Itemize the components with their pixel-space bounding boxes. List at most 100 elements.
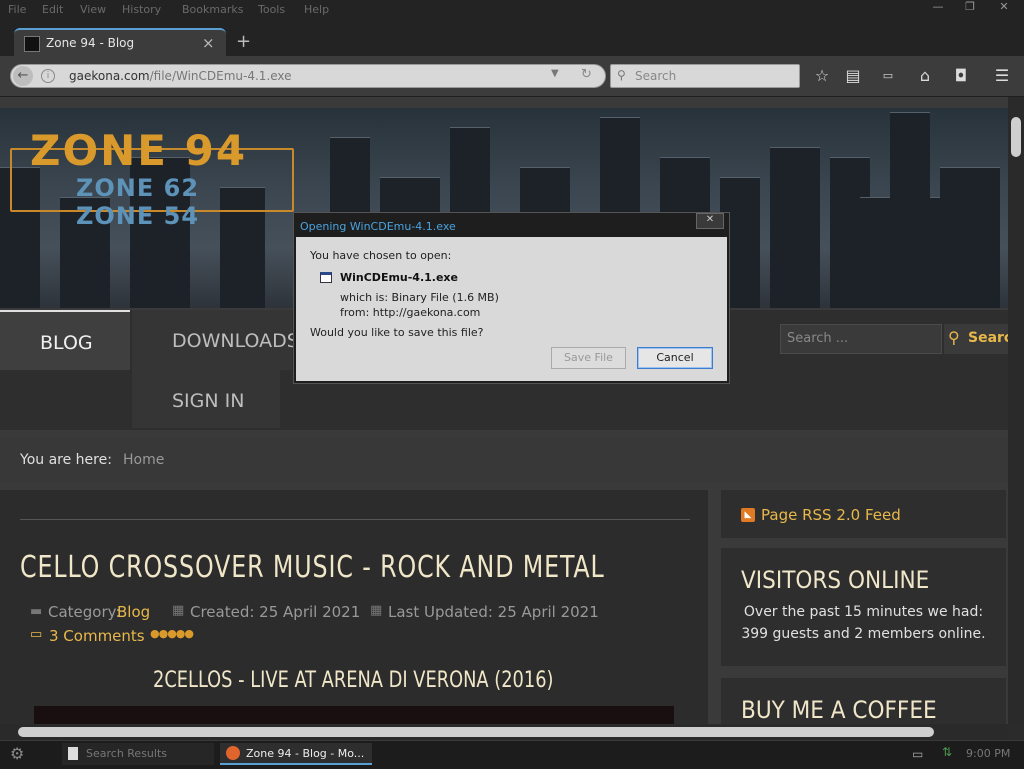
logo-sub1: ZONE 62	[76, 174, 200, 202]
visitors-title: VISITORS ONLINE	[741, 566, 930, 594]
nav-item-downloads[interactable]: DOWNLOADS	[132, 310, 299, 370]
reload-icon[interactable]: ↻	[581, 67, 592, 82]
clock[interactable]: 9:00 PM	[966, 747, 1010, 760]
menu-tools[interactable]: Tools	[258, 3, 285, 16]
created-date: Created: 25 April 2021	[190, 603, 361, 621]
dialog-title: Opening WinCDEmu-4.1.exe	[300, 220, 456, 233]
dialog-filetype: which is: Binary File (1.6 MB)	[340, 291, 499, 304]
vertical-scrollbar[interactable]	[1008, 97, 1024, 724]
breadcrumb-home[interactable]: Home	[123, 452, 164, 468]
dialog-source: from: http://gaekona.com	[340, 306, 481, 319]
site-search-placeholder: Search ...	[787, 331, 849, 346]
browser-search-bar[interactable]: ⚲ Search	[610, 64, 800, 88]
divider	[20, 519, 690, 520]
taskbar-item-browser[interactable]: Zone 94 - Blog - Mo...	[220, 743, 372, 765]
visitors-text-2: 399 guests and 2 members online.	[741, 626, 986, 642]
menu-help[interactable]: Help	[304, 3, 329, 16]
favicon-icon	[24, 36, 40, 52]
calendar-icon: ▦	[172, 603, 185, 618]
taskbar-item-search-label: Search Results	[86, 747, 168, 760]
exe-file-icon	[320, 272, 332, 283]
horizontal-scrollbar[interactable]	[0, 724, 1008, 740]
home-icon[interactable]: ⌂	[913, 64, 937, 88]
visitors-module: VISITORS ONLINE Over the past 15 minutes…	[721, 548, 1006, 666]
search-icon: ⚲	[617, 68, 626, 82]
nav-label-signin: SIGN IN	[172, 390, 245, 412]
new-tab-button[interactable]: +	[236, 31, 251, 52]
visitors-text-1: Over the past 15 minutes we had:	[743, 604, 984, 620]
site-search-button[interactable]: ⚲ Search	[944, 324, 1008, 354]
coffee-module: BUY ME A COFFEE	[721, 678, 1006, 724]
tab-zone94[interactable]: Zone 94 - Blog ×	[14, 28, 226, 58]
pocket-icon[interactable]: ◘	[949, 64, 973, 88]
breadcrumb-label: You are here:	[20, 452, 112, 468]
search-placeholder: Search	[635, 69, 677, 83]
rating-stars-icon: ●●●●●	[150, 627, 194, 640]
menu-file[interactable]: File	[8, 3, 26, 16]
nav-item-signin[interactable]: SIGN IN	[132, 370, 280, 428]
nav-label-blog: BLOG	[40, 332, 93, 354]
menu-view[interactable]: View	[80, 3, 106, 16]
article-title: CELLO CROSSOVER MUSIC - ROCK AND METAL	[20, 550, 605, 585]
taskbar-item-browser-label: Zone 94 - Blog - Mo...	[246, 747, 365, 760]
rss-icon: ◣	[741, 508, 755, 522]
back-arrow-icon[interactable]: ←	[13, 66, 33, 86]
breadcrumb: You are here: Home	[0, 438, 1008, 482]
folder-icon: ▬	[30, 604, 43, 619]
magnifier-icon: ⚲	[948, 328, 960, 347]
keyboard-icon[interactable]: ▭	[912, 747, 923, 761]
firefox-icon	[226, 746, 240, 760]
article-area: CELLO CROSSOVER MUSIC - ROCK AND METAL ▬…	[0, 490, 708, 726]
dialog-question: Would you like to save this file?	[310, 326, 484, 339]
category-link[interactable]: Blog	[117, 603, 150, 621]
dialog-chosen-text: You have chosen to open:	[310, 249, 452, 262]
coffee-title: BUY ME A COFFEE	[741, 696, 937, 724]
vertical-scroll-thumb[interactable]	[1011, 117, 1021, 157]
screenshot-icon[interactable]: ▭	[876, 64, 900, 88]
nav-label-downloads: DOWNLOADS	[172, 330, 299, 352]
comment-icon: ▭	[30, 627, 43, 642]
rss-module: ◣ Page RSS 2.0 Feed	[721, 490, 1006, 538]
menu-history[interactable]: History	[122, 3, 161, 16]
bookmark-star-icon[interactable]: ☆	[810, 64, 834, 88]
taskbar-item-search[interactable]: Search Results	[62, 743, 214, 765]
close-window-button[interactable]: ✕	[992, 0, 1016, 14]
horizontal-scroll-thumb[interactable]	[18, 727, 934, 737]
save-file-button[interactable]: Save File	[551, 347, 626, 369]
tab-close-icon[interactable]: ×	[202, 34, 215, 52]
cancel-button[interactable]: Cancel	[637, 347, 713, 369]
info-icon[interactable]: i	[41, 69, 55, 83]
taskbar: ⚙ Search Results Zone 94 - Blog - Mo... …	[0, 740, 1024, 769]
url-host: gaekona.com	[69, 69, 150, 83]
dialog-filename: WinCDEmu-4.1.exe	[340, 271, 458, 284]
dialog-body: You have chosen to open: WinCDEmu-4.1.ex…	[296, 237, 727, 381]
url-text: gaekona.com/file/WinCDEmu-4.1.exe	[69, 69, 292, 83]
nav-item-blog[interactable]: BLOG	[0, 310, 130, 370]
dialog-close-icon[interactable]: ✕	[696, 213, 724, 229]
reading-list-icon[interactable]: ▤	[841, 64, 865, 88]
hamburger-menu-icon[interactable]: ☰	[990, 64, 1014, 88]
logo-main: ZONE 94	[30, 126, 248, 175]
video-embed[interactable]	[34, 706, 674, 726]
category-label: Category:	[48, 603, 121, 621]
article-subtitle: 2CELLOS - LIVE AT ARENA DI VERONA (2016)	[153, 668, 554, 693]
maximize-button[interactable]: ❐	[958, 0, 982, 14]
logo-sub2: ZONE 54	[76, 202, 200, 230]
tab-title: Zone 94 - Blog	[46, 36, 135, 50]
updated-date: Last Updated: 25 April 2021	[388, 603, 599, 621]
minimize-button[interactable]: —	[926, 0, 950, 14]
menu-bookmarks[interactable]: Bookmarks	[182, 3, 243, 16]
url-path: /file/WinCDEmu-4.1.exe	[149, 69, 292, 83]
menu-bar: File Edit View History Bookmarks Tools H…	[0, 0, 1024, 20]
url-bar[interactable]: ← i gaekona.com/file/WinCDEmu-4.1.exe ▼ …	[10, 64, 606, 88]
site-search-label: Search	[968, 330, 1008, 346]
menu-edit[interactable]: Edit	[42, 3, 63, 16]
rss-link[interactable]: Page RSS 2.0 Feed	[761, 506, 901, 524]
site-search-input[interactable]: Search ...	[780, 324, 942, 354]
comments-link[interactable]: 3 Comments	[49, 627, 145, 645]
network-icon[interactable]: ⇅	[942, 745, 952, 759]
calendar-updated-icon: ▦	[370, 603, 383, 618]
document-icon	[68, 747, 78, 760]
dropdown-arrow-icon[interactable]: ▼	[551, 68, 559, 79]
start-menu-icon[interactable]: ⚙	[10, 744, 24, 763]
